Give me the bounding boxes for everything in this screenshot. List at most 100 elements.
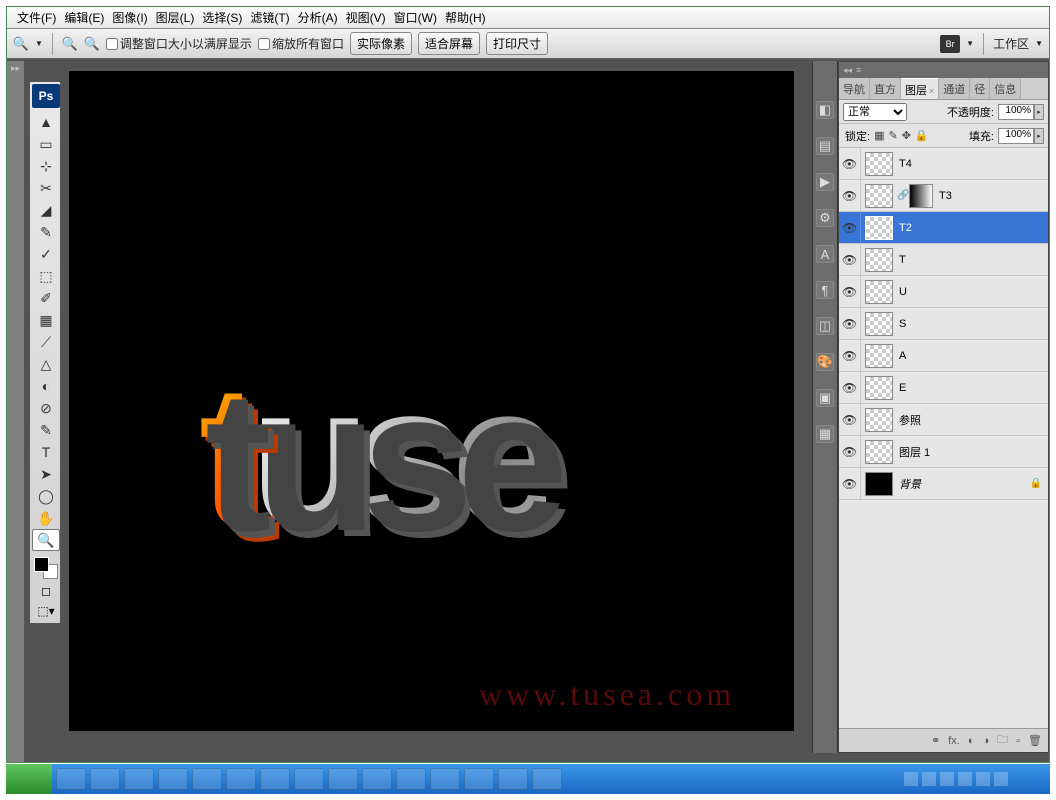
palette-panel-icon[interactable]: ⚙ [816,209,834,227]
paragraph-panel-icon[interactable]: ¶ [816,281,834,299]
tray-icon[interactable] [922,772,936,786]
tool-5[interactable]: ✎ [32,221,60,243]
tab-histogram[interactable]: 直方 [870,78,901,99]
taskbar-item[interactable] [124,768,154,790]
layer-row[interactable]: 👁 图层 1 [839,436,1048,468]
blend-mode-select[interactable]: 正常 [843,103,907,121]
bridge-icon[interactable]: Br [940,35,960,53]
layer-mask-thumbnail[interactable] [909,184,933,208]
dropdown-icon[interactable]: ▼ [966,39,974,48]
layer-name[interactable]: U [897,286,1048,298]
tray-icon[interactable] [940,772,954,786]
layer-row[interactable]: 👁 T2 [839,212,1048,244]
layer-thumbnail[interactable] [865,440,893,464]
layer-name[interactable]: T2 [897,222,1048,234]
menu-image[interactable]: 图像(I) [108,9,151,26]
menu-help[interactable]: 帮助(H) [441,9,490,26]
layer-row[interactable]: 👁S [839,308,1048,340]
tool-13[interactable]: ⊘ [32,397,60,419]
actual-pixels-button[interactable]: 实际像素 [350,32,412,55]
taskbar-item[interactable] [498,768,528,790]
fg-color-swatch[interactable] [34,557,49,572]
dropdown-icon[interactable]: ▼ [35,39,43,48]
tool-15[interactable]: T [32,441,60,463]
visibility-toggle-icon[interactable]: 👁 [839,340,861,371]
taskbar-item[interactable] [532,768,562,790]
tab-channels[interactable]: 通道 [939,78,970,99]
close-tab-icon[interactable]: × [929,86,934,96]
color-swatches[interactable] [32,555,60,581]
visibility-toggle-icon[interactable]: 👁 [839,212,861,243]
resize-windows-checkbox[interactable]: 调整窗口大小以满屏显示 [106,35,252,52]
tool-1[interactable]: ▭ [32,133,60,155]
color-panel-icon[interactable]: ▶ [816,173,834,191]
visibility-toggle-icon[interactable]: 👁 [839,436,861,467]
dropdown-icon[interactable]: ▼ [1035,39,1043,48]
layer-thumbnail[interactable] [865,344,893,368]
tool-10[interactable]: ⟋ [32,331,60,353]
layer-thumbnail[interactable] [865,216,893,240]
visibility-toggle-icon[interactable]: 👁 [839,148,861,179]
styles-panel-icon[interactable]: 🎨 [816,353,834,371]
opacity-flyout-icon[interactable]: ▸ [1034,104,1044,120]
tab-info[interactable]: 信息 [990,78,1021,99]
lock-transparency-icon[interactable]: ▦ [874,129,884,142]
menu-file[interactable]: 文件(F) [13,9,60,26]
taskbar-item[interactable] [430,768,460,790]
tab-navigator[interactable]: 导航 [839,78,870,99]
lock-pixels-icon[interactable]: ✎ [888,129,897,142]
tool-8[interactable]: ✐ [32,287,60,309]
layer-thumbnail[interactable] [865,408,893,432]
tab-layers[interactable]: 图层× [901,78,939,99]
layer-name[interactable]: T3 [937,190,1048,202]
menu-filter[interactable]: 滤镜(T) [246,9,293,26]
expand-icon[interactable]: ▸▸ [7,61,24,75]
layer-name[interactable]: 图层 1 [897,444,1048,460]
type-panel-icon[interactable]: A [816,245,834,263]
layer-thumbnail[interactable] [865,312,893,336]
taskbar-item[interactable] [294,768,324,790]
swatches-panel-icon[interactable]: ◫ [816,317,834,335]
link-layers-icon[interactable]: ⚭ [931,734,940,747]
tool-16[interactable]: ➤ [32,463,60,485]
layer-row[interactable]: 👁🔗T3 [839,180,1048,212]
layer-thumbnail[interactable] [865,280,893,304]
taskbar-item[interactable] [192,768,222,790]
layer-name[interactable]: 参照 [897,412,1048,428]
adjustment-layer-icon[interactable]: ◑ [982,735,989,747]
layer-thumbnail[interactable] [865,152,893,176]
fill-flyout-icon[interactable]: ▸ [1034,128,1044,144]
history-panel-icon[interactable]: ▦ [816,425,834,443]
print-size-button[interactable]: 打印尺寸 [486,32,548,55]
taskbar-item[interactable] [362,768,392,790]
document-canvas[interactable]: tuse www.tusea.com [69,71,794,731]
layer-row[interactable]: 👁E [839,372,1048,404]
visibility-toggle-icon[interactable]: 👁 [839,468,861,499]
tool-2[interactable]: ⊹ [32,155,60,177]
taskbar-item[interactable] [56,768,86,790]
tool-19[interactable]: 🔍 [32,529,60,551]
start-button[interactable] [6,764,52,794]
workspace-label[interactable]: 工作区 [993,35,1029,52]
tool-3[interactable]: ✂ [32,177,60,199]
taskbar-item[interactable] [328,768,358,790]
tray-icon[interactable] [904,772,918,786]
layer-name[interactable]: E [897,382,1048,394]
layer-row[interactable]: 👁U [839,276,1048,308]
tool-12[interactable]: ◐ [32,375,60,397]
layer-row[interactable]: 👁T4 [839,148,1048,180]
taskbar-item[interactable] [226,768,256,790]
layer-row[interactable]: 👁参照 [839,404,1048,436]
zoom-all-checkbox[interactable]: 缩放所有窗口 [258,35,344,52]
menu-window[interactable]: 窗口(W) [390,9,441,26]
visibility-toggle-icon[interactable]: 👁 [839,308,861,339]
histogram-panel-icon[interactable]: ▤ [816,137,834,155]
layer-name[interactable]: T [897,254,1048,266]
tool-17[interactable]: ◯ [32,485,60,507]
opacity-value[interactable]: 100% [998,104,1034,120]
visibility-toggle-icon[interactable]: 👁 [839,244,861,275]
menu-analysis[interactable]: 分析(A) [294,9,342,26]
tool-6[interactable]: ✓ [32,243,60,265]
actions-panel-icon[interactable]: ▣ [816,389,834,407]
screenmode-icon[interactable]: ⬚▾ [32,601,60,621]
